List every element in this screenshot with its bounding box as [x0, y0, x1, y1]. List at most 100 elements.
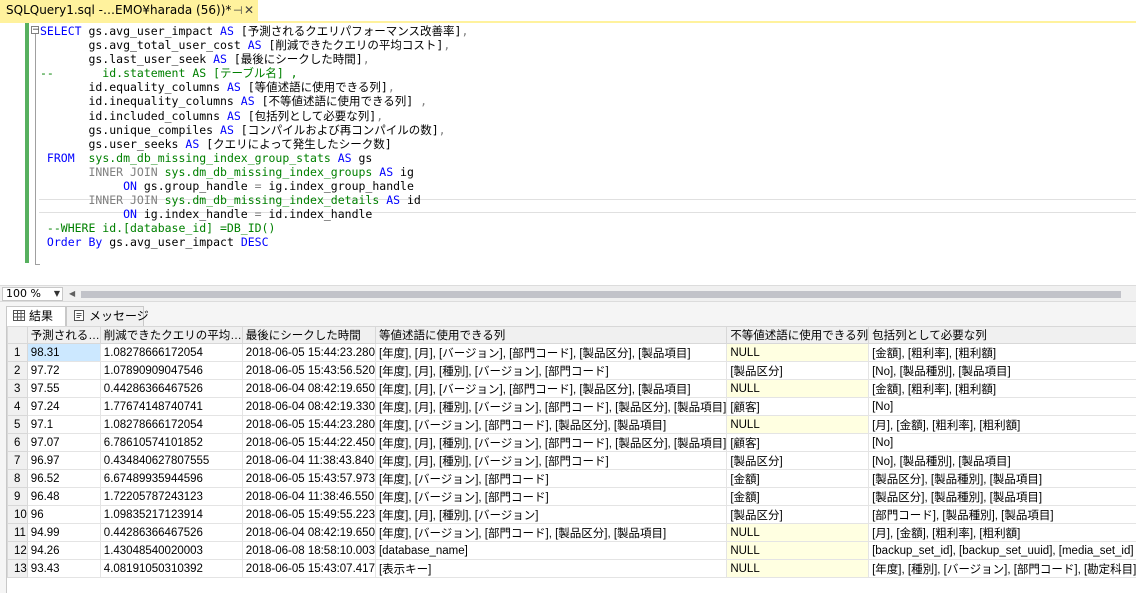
table-cell[interactable]: 1.09835217123914 [99, 505, 243, 524]
table-cell[interactable]: NULL [726, 415, 870, 434]
tab-results[interactable]: 結果 [6, 306, 66, 326]
row-number-cell[interactable]: 10 [7, 505, 28, 524]
table-cell[interactable]: [年度], [月], [種別], [バージョン], [部門コード] [374, 361, 728, 380]
table-cell[interactable]: [表示キー] [374, 559, 728, 578]
code-line[interactable]: id.included_columns AS [包括列として必要な列], [40, 109, 383, 123]
table-cell[interactable]: 2018-06-08 18:58:10.003 [241, 541, 376, 560]
table-row[interactable]: 3 97.55 0.44286366467526 2018-06-04 08:42:1… [7, 379, 1136, 398]
table-cell[interactable]: 96.97 [26, 451, 101, 470]
chevron-down-icon[interactable]: ▼ [54, 288, 60, 300]
results-grid[interactable]: 予測される… 削減できたクエリの平均… 最後にシークした時間 等値述語に使用できる列不… [6, 326, 1136, 593]
table-cell[interactable]: 0.44286366467526 [99, 379, 243, 398]
row-number-cell[interactable]: 5 [7, 415, 28, 434]
table-cell[interactable]: [No], [製品種別], [製品項目] [868, 451, 1136, 470]
table-cell[interactable]: 94.99 [26, 523, 101, 542]
table-cell[interactable]: 1.08278666172054 [99, 415, 243, 434]
table-cell[interactable]: [月], [金額], [粗利率], [粗利額] [868, 523, 1136, 542]
table-row[interactable]: 5 97.1 1.08278666172054 2018-06-05 15:44:23… [7, 415, 1136, 434]
table-cell[interactable]: 1.72205787243123 [99, 487, 243, 506]
table-cell[interactable]: 98.31 [26, 343, 101, 362]
tab-messages[interactable]: メッセージ [66, 306, 149, 326]
code-line[interactable]: ON ig.index_handle = id.index_handle [40, 207, 372, 221]
table-cell[interactable]: [金額], [粗利率], [粗利額] [868, 343, 1136, 362]
table-cell[interactable]: 2018-06-05 15:43:57.973 [241, 469, 376, 488]
zoom-dropdown[interactable]: 100 % ▼ [2, 287, 63, 301]
table-cell[interactable]: [金額] [726, 469, 870, 488]
table-cell[interactable]: [金額], [粗利率], [粗利額] [868, 379, 1136, 398]
table-cell[interactable]: 1.07890909047546 [99, 361, 243, 380]
table-cell[interactable]: [年度], [バージョン], [部門コード] [374, 487, 728, 506]
table-cell[interactable]: [年度], [月], [種別], [バージョン] [374, 505, 728, 524]
code-line[interactable]: Order By gs.avg_user_impact DESC [40, 235, 269, 249]
table-cell[interactable]: [database_name] [374, 541, 728, 560]
table-cell[interactable]: [年度], [バージョン], [部門コード] [374, 469, 728, 488]
row-number-cell[interactable]: 7 [7, 451, 28, 470]
table-row[interactable]: 9 96.48 1.72205787243123 2018-06-04 11:38:4… [7, 487, 1136, 506]
table-cell[interactable]: 2018-06-05 15:43:07.417 [241, 559, 376, 578]
row-number-cell[interactable]: 13 [7, 559, 28, 578]
table-cell[interactable]: [年度], [バージョン], [部門コード], [製品区分], [製品項目] [374, 415, 728, 434]
scrollbar-thumb[interactable] [81, 291, 1121, 298]
table-cell[interactable]: 2018-06-04 08:42:19.650 [241, 379, 376, 398]
table-row[interactable]: 6 97.07 6.78610574101852 2018-06-05 15:44:2… [7, 433, 1136, 452]
row-number-cell[interactable]: 2 [7, 361, 28, 380]
table-cell[interactable]: [月], [金額], [粗利率], [粗利額] [868, 415, 1136, 434]
scroll-left-icon[interactable]: ◀ [69, 288, 75, 300]
table-cell[interactable]: [No] [868, 433, 1136, 452]
code-line[interactable]: --WHERE id.[database_id] =DB_ID() [40, 221, 275, 235]
table-cell[interactable]: NULL [726, 343, 870, 362]
column-header[interactable]: 削減できたクエリの平均… [99, 326, 243, 344]
code-line[interactable]: ON gs.group_handle = ig.index_group_hand… [40, 179, 414, 193]
table-cell[interactable]: [製品区分] [726, 505, 870, 524]
editor-horizontal-scrollbar[interactable]: ◀ [67, 288, 1136, 300]
row-number-cell[interactable]: 11 [7, 523, 28, 542]
table-cell[interactable]: [製品区分], [製品種別], [製品項目] [868, 469, 1136, 488]
table-row[interactable]: 1 98.31 1.08278666172054 2018-06-05 15:44:2… [7, 343, 1136, 362]
table-cell[interactable]: 0.434840627807555 [99, 451, 243, 470]
column-header[interactable]: 等値述語に使用できる列 [374, 326, 728, 344]
table-cell[interactable]: 0.44286366467526 [99, 523, 243, 542]
table-cell[interactable]: NULL [726, 541, 870, 560]
table-cell[interactable]: 97.24 [26, 397, 101, 416]
code-line[interactable]: id.equality_columns AS [等値述語に使用できる列], [40, 80, 394, 94]
code-line[interactable]: FROM sys.dm_db_missing_index_group_stats… [40, 151, 372, 165]
table-cell[interactable]: 1.08278666172054 [99, 343, 243, 362]
pin-tab-icon[interactable]: ⊣ [233, 0, 243, 21]
table-cell[interactable]: [年度], [種別], [バージョン], [部門コード], [勘定科目] [868, 559, 1136, 578]
table-cell[interactable]: 2018-06-05 15:43:56.520 [241, 361, 376, 380]
table-cell[interactable]: 97.55 [26, 379, 101, 398]
table-cell[interactable]: 94.26 [26, 541, 101, 560]
code-line[interactable]: gs.user_seeks AS [クエリによって発生したシーク数] [40, 137, 391, 151]
table-cell[interactable]: [No] [868, 397, 1136, 416]
table-row[interactable]: 7 96.97 0.434840627807555 2018-06-04 11:38:… [7, 451, 1136, 470]
row-number-cell[interactable]: 1 [7, 343, 28, 362]
code-line[interactable]: -- id.statement AS [テーブル名] , [40, 66, 298, 80]
column-header[interactable]: 不等値述語に使用できる列 [726, 326, 870, 344]
table-cell[interactable]: 1.77674148740741 [99, 397, 243, 416]
table-row[interactable]: 4 97.24 1.77674148740741 2018-06-04 08:42:1… [7, 397, 1136, 416]
code-line[interactable]: gs.avg_total_user_cost AS [削減できたクエリの平均コス… [40, 38, 450, 52]
table-row[interactable]: 8 96.52 6.67489935944596 2018-06-05 15:43:5… [7, 469, 1136, 488]
table-cell[interactable]: 2018-06-04 08:42:19.330 [241, 397, 376, 416]
code-line[interactable]: gs.last_user_seek AS [最後にシークした時間], [40, 52, 369, 66]
table-cell[interactable]: [年度], [バージョン], [部門コード], [製品区分], [製品項目] [374, 523, 728, 542]
sql-code[interactable]: SELECT gs.avg_user_impact AS [予測されるクエリパフ… [40, 24, 468, 250]
table-cell[interactable]: 97.1 [26, 415, 101, 434]
table-cell[interactable]: 6.78610574101852 [99, 433, 243, 452]
table-cell[interactable]: [年度], [月], [バージョン], [部門コード], [製品区分], [製品… [374, 379, 728, 398]
table-cell[interactable]: 2018-06-04 11:38:46.550 [241, 487, 376, 506]
row-number-cell[interactable]: 3 [7, 379, 28, 398]
table-cell[interactable]: 93.43 [26, 559, 101, 578]
table-cell[interactable]: NULL [726, 523, 870, 542]
table-cell[interactable]: 4.08191050310392 [99, 559, 243, 578]
table-cell[interactable]: [部門コード], [製品種別], [製品項目] [868, 505, 1136, 524]
table-cell[interactable]: 97.07 [26, 433, 101, 452]
table-row[interactable]: 13 93.43 4.08191050310392 2018-06-05 15:43:… [7, 559, 1136, 578]
table-cell[interactable]: NULL [726, 379, 870, 398]
query-document-tab[interactable]: SQLQuery1.sql -…EMO¥harada (56))* ⊣ ✕ [0, 0, 258, 21]
table-cell[interactable]: 96.52 [26, 469, 101, 488]
column-header[interactable]: 最後にシークした時間 [241, 326, 376, 344]
table-cell[interactable]: [金額] [726, 487, 870, 506]
table-cell[interactable]: [No], [製品種別], [製品項目] [868, 361, 1136, 380]
table-cell[interactable]: NULL [726, 559, 870, 578]
